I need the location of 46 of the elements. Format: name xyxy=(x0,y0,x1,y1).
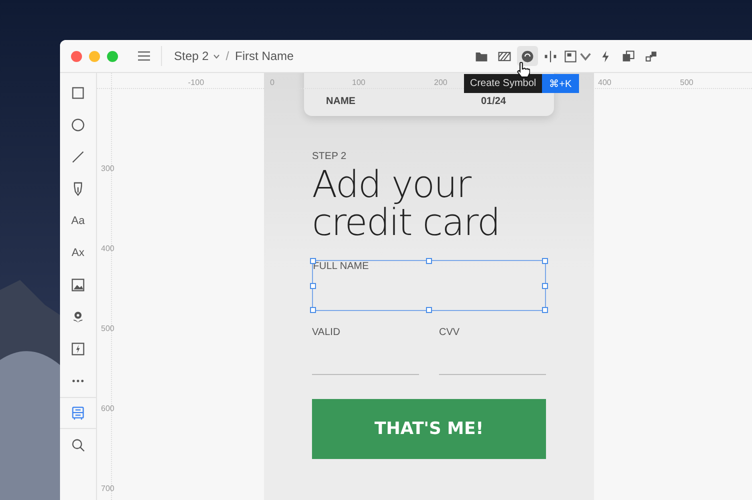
ruler-label: 0 xyxy=(270,78,274,87)
lightning-box-icon xyxy=(71,342,85,356)
submit-button[interactable]: THAT'S ME! xyxy=(312,399,546,459)
input-field[interactable]: CVV xyxy=(439,327,546,375)
caret-icon[interactable] xyxy=(212,54,220,58)
image-icon xyxy=(71,278,85,292)
ruler-label: 400 xyxy=(101,244,114,253)
page-heading: Add your credit card xyxy=(312,166,501,242)
hatched-rectangle-icon xyxy=(498,50,511,62)
shortcut-badge: ⌘+K xyxy=(542,74,579,93)
tool-button[interactable] xyxy=(60,397,96,429)
ruler-label: 100 xyxy=(352,78,366,87)
input-field[interactable]: VALID xyxy=(312,327,419,375)
symbol-button[interactable] xyxy=(517,46,538,66)
card-expiry: 01/24 xyxy=(480,96,506,107)
step-label: STEP 2 xyxy=(312,151,346,162)
ruler-label: 500 xyxy=(101,324,114,333)
breadcrumb-item[interactable]: First Name xyxy=(235,49,294,63)
duplicate-icon xyxy=(622,50,635,62)
ruler-label: 200 xyxy=(434,78,448,87)
ellipse-icon xyxy=(71,118,85,132)
close-button[interactable] xyxy=(71,50,82,62)
tool-button[interactable]: Ax xyxy=(60,237,96,269)
ruler-label: 600 xyxy=(101,404,114,413)
menu-icon[interactable] xyxy=(138,51,150,61)
tooltip: Create Symbol xyxy=(464,74,542,93)
pen-icon xyxy=(71,182,85,196)
search-icon xyxy=(71,438,85,452)
layout-grid-icon xyxy=(564,50,577,62)
rectangle-icon xyxy=(71,86,85,100)
line-icon xyxy=(71,150,85,164)
card-label: NAME xyxy=(326,96,356,107)
component-icon xyxy=(645,50,658,62)
ruler-label: 300 xyxy=(101,164,114,173)
ruler-label: -100 xyxy=(188,78,204,87)
distribute-icon xyxy=(544,50,557,62)
breadcrumb-item[interactable]: Step 2 xyxy=(174,49,209,63)
symbol-icon xyxy=(521,50,534,62)
ruler-label: 400 xyxy=(598,78,612,87)
stacked-panel-icon xyxy=(71,406,85,420)
tool-button[interactable]: Aa xyxy=(60,205,96,237)
ruler-label: 500 xyxy=(680,78,694,87)
breadcrumb-separator: / xyxy=(226,49,230,63)
ruler-label: 700 xyxy=(101,484,114,493)
folder-icon xyxy=(475,50,488,62)
flower-icon xyxy=(71,310,85,324)
